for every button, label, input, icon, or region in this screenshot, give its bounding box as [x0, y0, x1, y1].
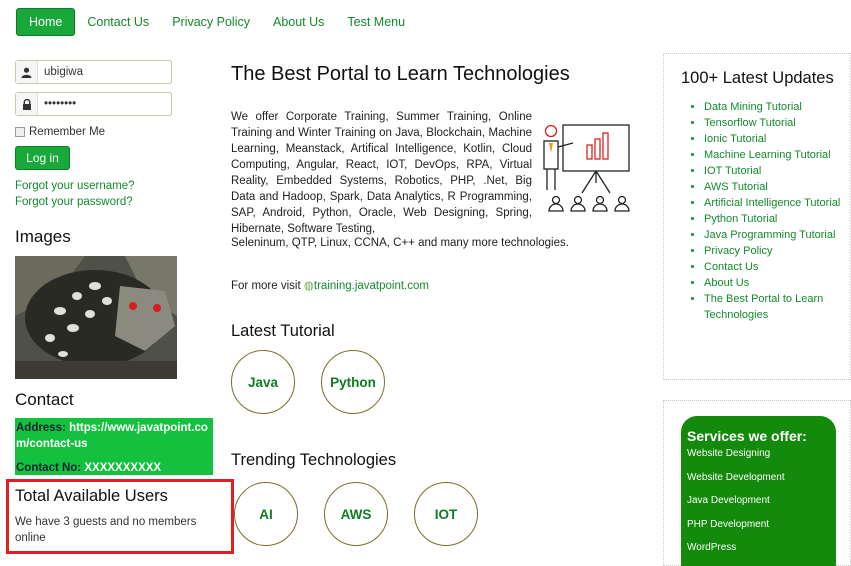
top-nav: Home Contact Us Privacy Policy About Us … — [10, 8, 428, 36]
address-line-2[interactable]: m/contact-us — [16, 436, 212, 452]
latest-updates-panel: 100+ Latest Updates Data Mining Tutorial… — [663, 53, 851, 380]
password-field[interactable]: •••••••• — [15, 92, 172, 116]
service-item[interactable]: Website Development — [687, 472, 830, 496]
list-item[interactable]: AWS Tutorial — [704, 179, 844, 195]
phone-label: Contact No: — [16, 462, 82, 474]
presentation-illustration — [537, 121, 635, 217]
service-item[interactable]: Website Designing — [687, 448, 830, 472]
service-item[interactable]: Java Development — [687, 495, 830, 519]
user-icon — [16, 61, 38, 83]
login-button[interactable]: Log in — [15, 146, 70, 170]
list-item[interactable]: Python Tutorial — [704, 211, 844, 227]
users-online-text: We have 3 guests and no members online — [15, 516, 197, 544]
username-value: ubigiwa — [44, 66, 83, 78]
remember-checkbox[interactable] — [15, 127, 25, 137]
services-box: Services we offer: Website Designing Web… — [681, 416, 836, 566]
nav-home[interactable]: Home — [16, 8, 76, 36]
images-heading: Images — [15, 227, 71, 246]
tutorial-python[interactable]: Python — [321, 350, 385, 414]
remember-label: Remember Me — [29, 126, 106, 138]
contact-info-box: Address: https://www.javatpoint.co m/con… — [15, 418, 213, 475]
list-item[interactable]: Java Programming Tutorial — [704, 227, 844, 243]
intro-paragraph-tail: Seleninum, QTP, Linux, CCNA, C++ and man… — [231, 237, 569, 249]
list-item[interactable]: IOT Tutorial — [704, 163, 844, 179]
trending-ai[interactable]: AI — [234, 482, 298, 546]
forgot-password-link[interactable]: Forgot your password? — [15, 196, 133, 208]
users-online-box: Total Available Users We have 3 guests a… — [6, 479, 234, 554]
lock-icon — [16, 93, 38, 115]
visit-line: For more visit ◍training.javatpoint.com — [231, 278, 429, 292]
latest-updates-heading: 100+ Latest Updates — [681, 69, 834, 87]
animal-photo — [15, 256, 177, 379]
visit-prefix: For more visit — [231, 280, 301, 292]
latest-updates-list: Data Mining Tutorial Tensorflow Tutorial… — [704, 99, 844, 323]
training-link-text: training.javatpoint.com — [313, 280, 429, 292]
intro-paragraph: We offer Corporate Training, Summer Trai… — [231, 111, 532, 235]
nav-contact-us[interactable]: Contact Us — [87, 15, 149, 29]
nav-privacy-policy[interactable]: Privacy Policy — [172, 15, 250, 29]
services-panel: Services we offer: Website Designing Web… — [663, 400, 851, 566]
list-item[interactable]: About Us — [704, 275, 844, 291]
service-item[interactable]: WordPress — [687, 542, 830, 566]
password-value: •••••••• — [44, 98, 77, 110]
nav-test-menu[interactable]: Test Menu — [347, 15, 405, 29]
list-item[interactable]: Data Mining Tutorial — [704, 99, 844, 115]
trending-iot[interactable]: IOT — [414, 482, 478, 546]
trending-aws[interactable]: AWS — [324, 482, 388, 546]
service-item[interactable]: PHP Development — [687, 519, 830, 543]
tutorial-java[interactable]: Java — [231, 350, 295, 414]
training-link[interactable]: ◍training.javatpoint.com — [304, 280, 429, 292]
nav-about-us[interactable]: About Us — [273, 15, 324, 29]
list-item[interactable]: Ionic Tutorial — [704, 131, 844, 147]
contact-heading: Contact — [15, 390, 74, 409]
forgot-username-link[interactable]: Forgot your username? — [15, 180, 135, 192]
list-item[interactable]: Contact Us — [704, 259, 844, 275]
latest-tutorial-heading: Latest Tutorial — [231, 322, 335, 340]
remember-me[interactable]: Remember Me — [15, 126, 105, 138]
page-title: The Best Portal to Learn Technologies — [231, 63, 570, 85]
users-heading: Total Available Users — [15, 487, 168, 505]
phone-value: XXXXXXXXXX — [84, 462, 162, 474]
globe-icon: ◍ — [303, 280, 314, 292]
trending-heading: Trending Technologies — [231, 451, 397, 469]
address-label: Address: — [16, 422, 66, 434]
address-line-1[interactable]: https://www.javatpoint.co — [69, 422, 208, 434]
list-item[interactable]: Privacy Policy — [704, 243, 844, 259]
username-field[interactable]: ubigiwa — [15, 60, 172, 84]
list-item[interactable]: Artificial Intelligence Tutorial — [704, 195, 844, 211]
list-item[interactable]: The Best Portal to Learn Technologies — [704, 291, 844, 323]
services-heading: Services we offer: — [687, 428, 807, 444]
list-item[interactable]: Tensorflow Tutorial — [704, 115, 844, 131]
list-item[interactable]: Machine Learning Tutorial — [704, 147, 844, 163]
